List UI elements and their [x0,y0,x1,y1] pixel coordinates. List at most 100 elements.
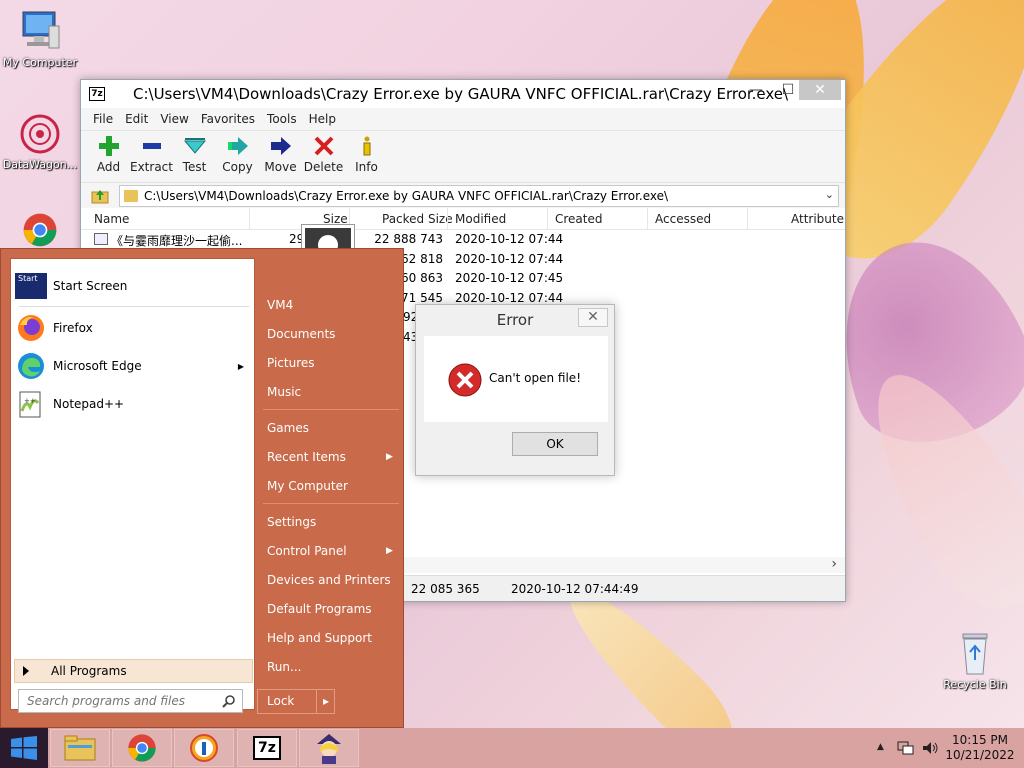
column-separator [447,208,448,230]
clock-date: 10/21/2022 [945,748,1015,762]
chrome-icon [128,734,156,762]
folder-icon [124,190,138,202]
add-button[interactable]: Add [87,131,130,182]
character-icon [317,734,341,764]
desktop-icon-label: DataWagon... [2,158,78,171]
address-bar[interactable]: C:\Users\VM4\Downloads\Crazy Error.exe b… [119,185,839,207]
file-packed-size: 22 888 743 [374,232,443,246]
window-title: C:\Users\VM4\Downloads\Crazy Error.exe b… [133,85,789,103]
close-button[interactable]: ✕ [799,80,841,100]
start-right-default-programs[interactable]: Default Programs [267,602,372,616]
taskbar: 7z ▲ 10:15 PM 10/21/2022 [0,728,1024,768]
network-icon[interactable] [897,740,915,756]
submenu-arrow-icon: ▶ [237,361,244,371]
7zip-app-icon: 7z [89,87,105,101]
start-item-start-screen[interactable]: Start Start Screen [15,269,252,303]
extract-button[interactable]: Extract [130,131,173,182]
column-accessed[interactable]: Accessed [655,212,711,226]
start-right-vm4[interactable]: VM4 [267,298,293,312]
dialog-close-button[interactable]: ✕ [578,308,608,327]
all-programs-button[interactable]: All Programs [14,659,253,683]
start-right-devices-printers[interactable]: Devices and Printers [267,573,391,587]
start-right-help-support[interactable]: Help and Support [267,631,372,645]
check-down-icon [183,138,206,154]
start-right-games[interactable]: Games [267,421,309,435]
extract-label: Extract [130,160,173,174]
ok-button[interactable]: OK [512,432,598,456]
speaker-icon[interactable] [921,740,939,756]
start-item-firefox[interactable]: Firefox [15,311,252,345]
move-arrow-icon [270,137,291,155]
error-dialog: Error ✕ Can't open file! OK [415,304,615,476]
search-box[interactable] [18,689,243,713]
divider [263,503,399,504]
column-attributes[interactable]: Attribute [791,212,844,226]
file-icon [94,233,108,245]
start-button[interactable] [0,728,48,768]
search-input[interactable] [25,691,220,711]
dialog-body: Can't open file! [424,336,608,422]
notepadpp-icon: ++ [15,388,47,420]
test-button[interactable]: Test [173,131,216,182]
desktop-icon-recycle-bin[interactable]: Recycle Bin [935,630,1015,691]
clock-time: 10:15 PM [952,733,1008,747]
start-right-my-computer[interactable]: My Computer [267,479,348,493]
menu-edit[interactable]: Edit [119,112,154,126]
menu-help[interactable]: Help [303,112,342,126]
info-button[interactable]: Info [345,131,388,182]
menu-file[interactable]: File [87,112,119,126]
folder-up-icon[interactable] [91,188,109,204]
start-item-label: Firefox [53,321,93,335]
address-path: C:\Users\VM4\Downloads\Crazy Error.exe b… [144,189,669,203]
start-right-pictures[interactable]: Pictures [267,356,315,370]
window-titlebar[interactable]: 7z C:\Users\VM4\Downloads\Crazy Error.ex… [81,80,845,108]
minimize-button[interactable]: — [741,80,771,100]
start-right-run[interactable]: Run... [267,660,301,674]
taskbar-browser[interactable] [174,729,234,767]
submenu-arrow-icon: ▶ [386,546,393,556]
delete-button[interactable]: Delete [302,131,345,182]
start-item-notepadpp[interactable]: ++ Notepad++ [15,387,252,421]
column-separator [747,208,748,230]
tray-chevron-icon[interactable]: ▲ [877,742,884,752]
search-icon[interactable] [222,694,236,708]
edge-icon [15,350,47,382]
column-name[interactable]: Name [94,212,129,226]
taskbar-file-explorer[interactable] [50,729,110,767]
dialog-titlebar[interactable]: Error ✕ [416,305,614,335]
move-button[interactable]: Move [259,131,302,182]
menu-favorites[interactable]: Favorites [195,112,261,126]
copy-button[interactable]: Copy [216,131,259,182]
lock-button[interactable]: Lock ▸ [257,689,335,714]
scroll-right-arrow[interactable]: › [831,556,837,572]
desktop-icon-datawagon[interactable]: DataWagon... [0,112,80,171]
lock-options-arrow[interactable]: ▸ [316,690,335,713]
minus-icon [142,143,161,149]
start-right-control-panel[interactable]: Control Panel [267,544,347,558]
column-modified[interactable]: Modified [455,212,506,226]
dialog-title: Error [496,311,534,329]
file-list-header: Name Size Packed Size Modified Created A… [81,208,845,230]
divider [263,409,399,410]
column-packed-size[interactable]: Packed Size [382,212,453,226]
start-right-documents[interactable]: Documents [267,327,335,341]
info-icon [363,136,370,156]
table-row[interactable]: 《与霎雨靡理沙一起偷... 29 22 888 743 2020-10-12 0… [81,230,845,250]
start-right-settings[interactable]: Settings [267,515,316,529]
desktop-icon-chrome-partial[interactable] [0,212,80,250]
chevron-down-icon[interactable]: ⌄ [825,188,834,201]
7zip-icon: 7z [253,736,281,760]
start-right-recent-items[interactable]: Recent Items [267,450,346,464]
taskbar-character[interactable] [299,729,359,767]
desktop-icon-my-computer[interactable]: My Computer [0,8,80,69]
computer-icon [19,8,61,54]
start-right-music[interactable]: Music [267,385,301,399]
taskbar-chrome[interactable] [112,729,172,767]
taskbar-7zip[interactable]: 7z [237,729,297,767]
start-screen-icon: Start [15,273,47,299]
column-created[interactable]: Created [555,212,603,226]
taskbar-clock[interactable]: 10:15 PM 10/21/2022 [940,733,1020,763]
menu-view[interactable]: View [154,112,194,126]
start-item-edge[interactable]: Microsoft Edge ▶ [15,349,252,383]
menu-tools[interactable]: Tools [261,112,303,126]
